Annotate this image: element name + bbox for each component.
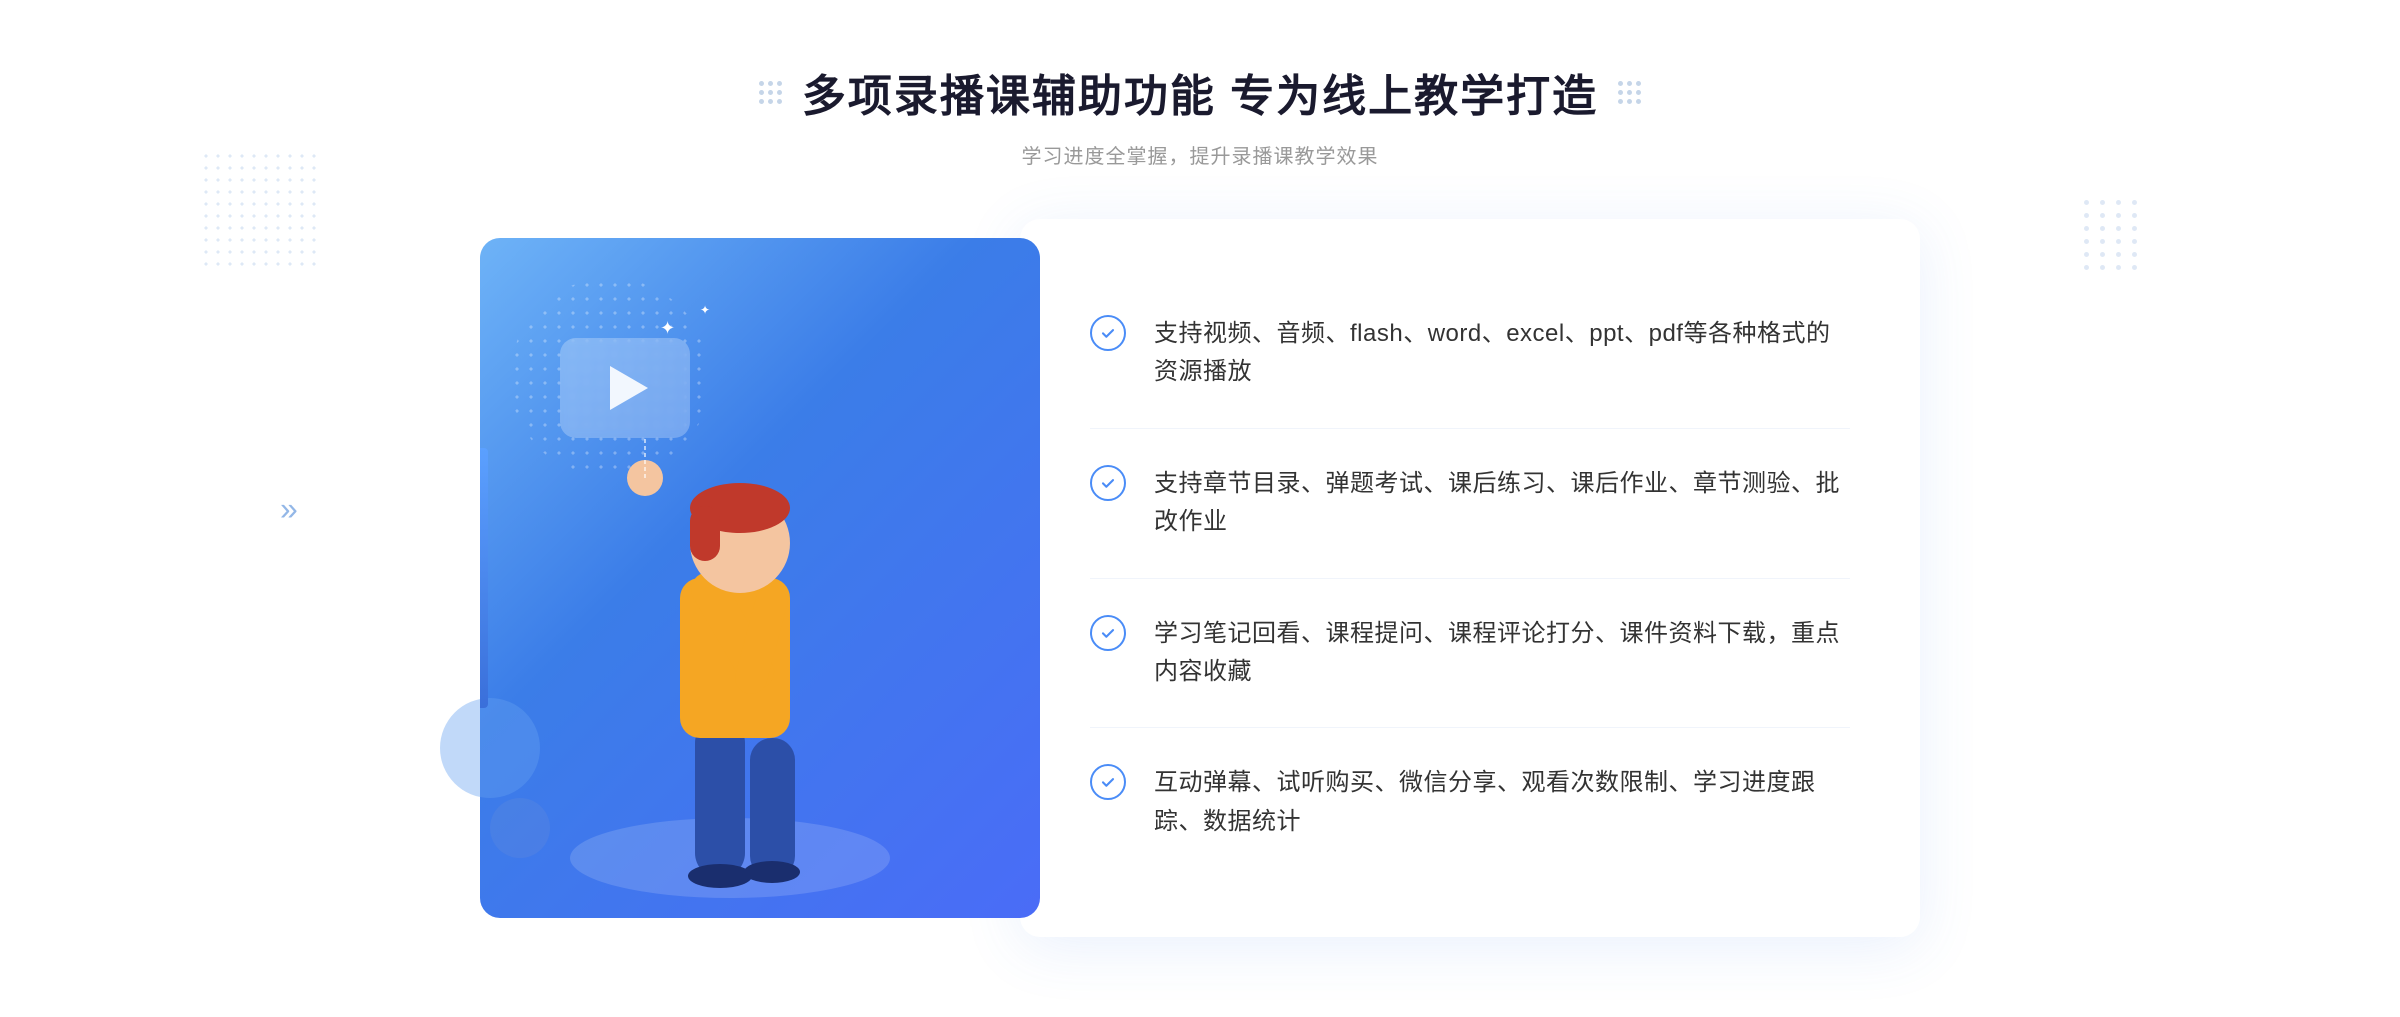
page-subtitle: 学习进度全掌握，提升录播课教学效果 (759, 140, 1641, 169)
feature-text-4: 互动弹幕、试听购买、微信分享、观看次数限制、学习进度跟踪、数据统计 (1154, 764, 1850, 841)
sparkle-decoration-1: ✦ (660, 318, 675, 339)
check-icon-1 (1090, 315, 1126, 351)
feature-text-3: 学习笔记回看、课程提问、课程评论打分、课件资料下载，重点内容收藏 (1154, 615, 1850, 692)
page-container: » 多项录播课辅助功能 专为线上教学打造 学习进度全掌握，提升录播课教学效果 (0, 0, 2400, 1017)
figure-illustration (540, 358, 920, 918)
feature-item-2: 支持章节目录、弹题考试、课后练习、课后作业、章节测验、批改作业 (1090, 429, 1850, 579)
feature-text-1: 支持视频、音频、flash、word、excel、ppt、pdf等各种格式的资源… (1154, 315, 1850, 392)
check-icon-4 (1090, 764, 1126, 800)
circle-decoration-1 (440, 698, 540, 798)
header-section: 多项录播课辅助功能 专为线上教学打造 学习进度全掌握，提升录播课教学效果 (759, 60, 1641, 169)
illustration-panel: ✦ ✦ (480, 238, 1040, 918)
sparkle-decoration-2: ✦ (700, 303, 710, 317)
title-deco-left (759, 81, 782, 104)
feature-item-1: 支持视频、音频、flash、word、excel、ppt、pdf等各种格式的资源… (1090, 279, 1850, 429)
features-panel: 支持视频、音频、flash、word、excel、ppt、pdf等各种格式的资源… (1020, 219, 1920, 937)
title-row: 多项录播课辅助功能 专为线上教学打造 (759, 60, 1641, 124)
feature-text-2: 支持章节目录、弹题考试、课后练习、课后作业、章节测验、批改作业 (1154, 465, 1850, 542)
feature-item-3: 学习笔记回看、课程提问、课程评论打分、课件资料下载，重点内容收藏 (1090, 579, 1850, 729)
feature-item-4: 互动弹幕、试听购买、微信分享、观看次数限制、学习进度跟踪、数据统计 (1090, 728, 1850, 877)
page-title: 多项录播课辅助功能 专为线上教学打造 (802, 60, 1598, 124)
check-icon-3 (1090, 615, 1126, 651)
check-icon-2 (1090, 465, 1126, 501)
title-deco-right (1618, 81, 1641, 104)
left-arrow-decoration: » (280, 490, 298, 527)
blue-accent-bar (480, 448, 488, 708)
content-section: ✦ ✦ (300, 219, 2100, 937)
